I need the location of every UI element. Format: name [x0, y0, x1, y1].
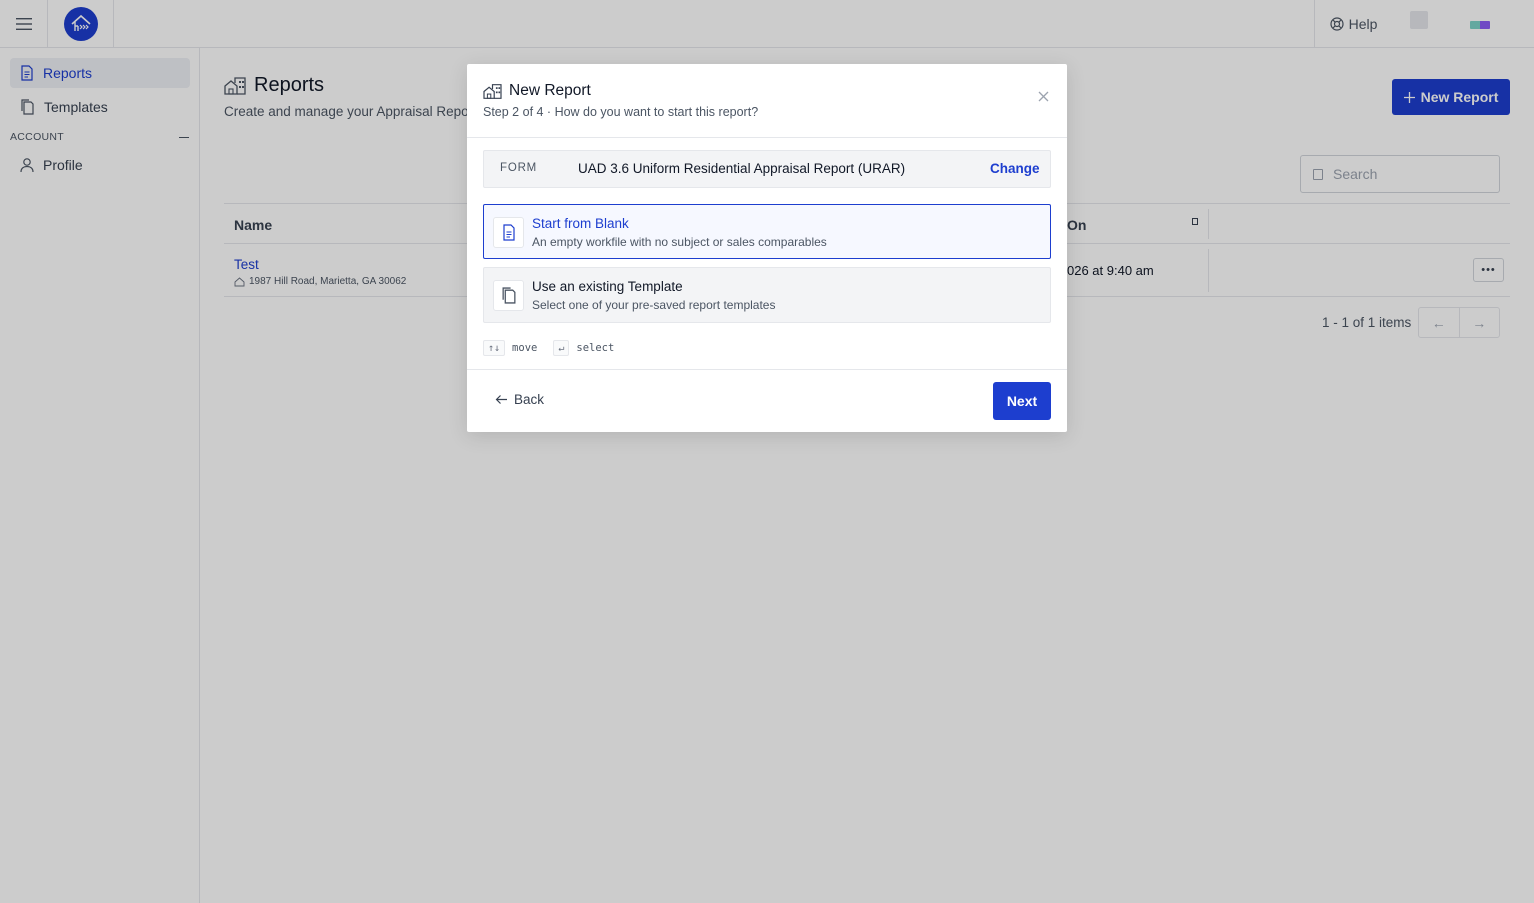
form-value: UAD 3.6 Uniform Residential Appraisal Re… — [578, 161, 906, 176]
form-label: FORM — [500, 162, 538, 174]
back-button[interactable]: Back — [495, 392, 544, 407]
next-button[interactable]: Next — [993, 382, 1051, 420]
option-description: Select one of your pre-saved report temp… — [532, 298, 776, 312]
option-title: Use an existing Template — [532, 279, 683, 294]
hint-label: move — [512, 342, 538, 354]
dialog-title: New Report — [483, 82, 591, 100]
option-icon-box — [493, 217, 524, 248]
close-icon — [1038, 91, 1048, 101]
kbd-enter: ↵ — [553, 340, 570, 356]
option-start-from-blank[interactable]: Start from Blank An empty workfile with … — [483, 204, 1051, 259]
option-description: An empty workfile with no subject or sal… — [532, 235, 827, 249]
back-label: Back — [514, 392, 545, 407]
close-button[interactable] — [1035, 88, 1051, 104]
keyboard-hints: ↑↓ move ↵ select — [483, 340, 614, 356]
dialog-subtitle: Step 2 of 4 · How do you want to start t… — [483, 105, 759, 119]
new-report-dialog: New Report Step 2 of 4 · How do you want… — [467, 64, 1067, 432]
selected-form-row: FORM UAD 3.6 Uniform Residential Apprais… — [483, 150, 1051, 188]
copy-icon — [502, 287, 515, 304]
dialog-divider — [467, 369, 1067, 370]
document-icon — [502, 224, 515, 241]
change-form-button[interactable]: Change — [990, 161, 1040, 176]
next-label: Next — [1006, 393, 1038, 409]
kbd-move: ↑↓ — [483, 340, 506, 356]
arrow-left-icon — [495, 395, 507, 404]
dialog-title-text: New Report — [509, 82, 591, 99]
option-use-template[interactable]: Use an existing Template Select one of y… — [483, 267, 1051, 323]
option-icon-box — [493, 280, 524, 311]
hint-label: select — [576, 342, 615, 354]
dialog-divider — [467, 137, 1067, 138]
buildings-icon — [483, 83, 502, 99]
option-title: Start from Blank — [532, 216, 629, 231]
